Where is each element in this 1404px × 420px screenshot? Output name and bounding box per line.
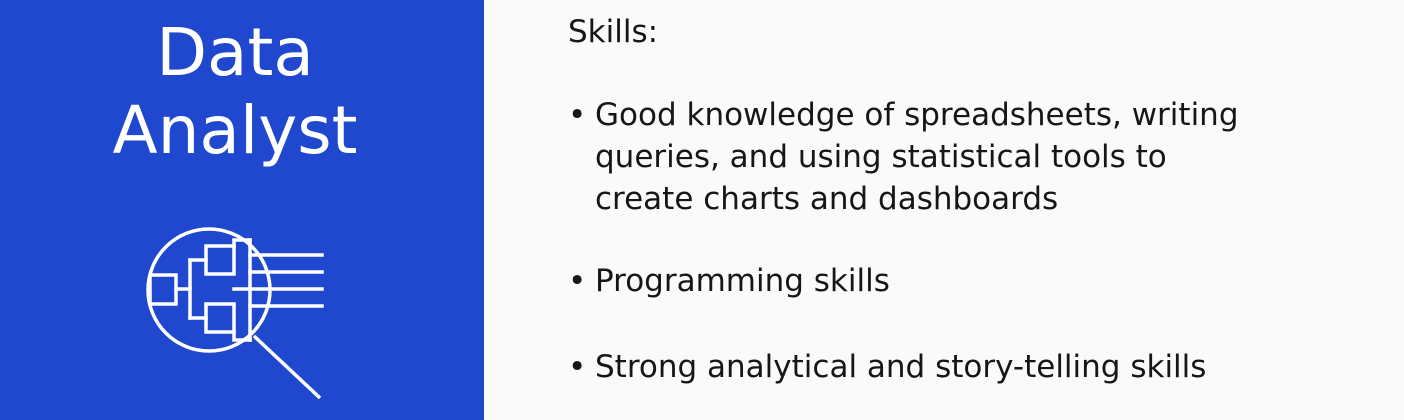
skills-panel: Skills: • Good knowledge of spreadsheets… (484, 0, 1404, 420)
magnifier-flowchart-icon (146, 227, 324, 400)
skill-text: Programming skills (595, 263, 890, 299)
skill-item: • Good knowledge of spreadsheets, writin… (568, 94, 1268, 220)
role-title-line-1: Data (156, 14, 314, 91)
bullet: • (568, 97, 587, 133)
role-title: Data Analyst (0, 14, 470, 170)
skill-text: Good knowledge of spreadsheets, writing … (595, 97, 1239, 217)
bullet: • (568, 263, 587, 299)
skills-heading: Skills: (568, 14, 659, 50)
slide: Data Analyst Skills: • Good knowledge of… (0, 0, 1404, 420)
role-panel: Data Analyst (0, 0, 484, 420)
role-title-line-2: Analyst (112, 92, 358, 169)
skill-item: • Programming skills (568, 260, 1368, 302)
skill-text: Strong analytical and story-telling skil… (595, 349, 1207, 385)
skill-item: • Strong analytical and story-telling sk… (568, 346, 1368, 388)
bullet: • (568, 349, 587, 385)
